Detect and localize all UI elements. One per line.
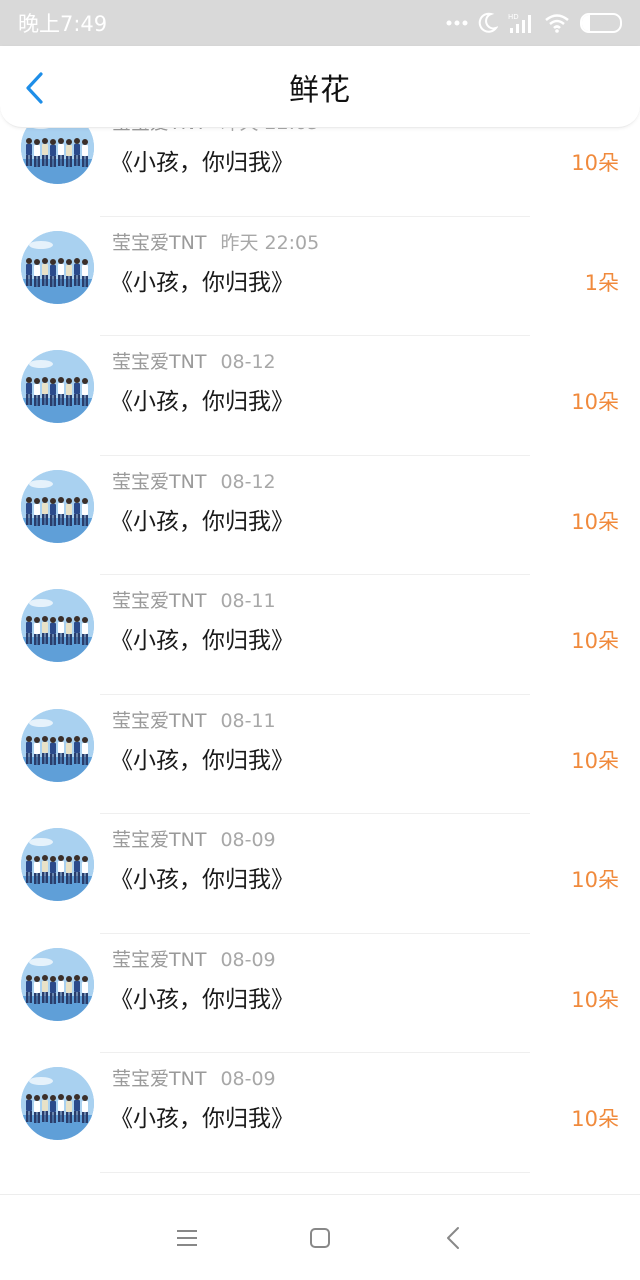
status-icons: HD 22 (446, 12, 622, 34)
sent-time: 昨天 22:05 (220, 128, 319, 134)
sent-time: 08-11 (220, 709, 276, 732)
battery-level: 22 (592, 16, 610, 30)
sender-name[interactable]: 莹宝爱TNT (112, 232, 206, 254)
work-title[interactable]: 《小孩，你归我》 (110, 1099, 294, 1133)
sent-time: 08-12 (220, 351, 276, 373)
avatar[interactable] (21, 708, 94, 782)
row-meta: 莹宝爱TNT 08-11 (112, 586, 276, 613)
flower-count: 10朵 (571, 1107, 619, 1131)
flower-row[interactable]: 莹宝爱TNT 08-09 《小孩，你归我》 10朵 (0, 814, 640, 934)
sender-name[interactable]: 莹宝爱TNT (112, 829, 206, 851)
flower-count: 10朵 (571, 509, 619, 534)
work-title[interactable]: 《小孩，你归我》 (110, 143, 294, 177)
row-meta: 莹宝爱TNT 08-09 (112, 1064, 276, 1091)
flower-list-inner: 莹宝爱TNT昨天 22:05《小孩，你归我》10朵莹宝爱TNT昨天 22:05《… (0, 128, 640, 1173)
sent-time: 08-12 (220, 470, 276, 493)
status-time: 晚上7:49 (18, 12, 108, 36)
avatar[interactable] (21, 230, 94, 304)
work-title[interactable]: 《小孩，你归我》 (110, 741, 294, 775)
flower-row[interactable]: 莹宝爱TNT 08-11 《小孩，你归我》 10朵 (0, 575, 640, 695)
work-title[interactable]: 《小孩，你归我》 (110, 980, 294, 1014)
row-meta: 莹宝爱TNT 昨天 22:05 (112, 128, 319, 135)
page-title: 鲜花 (289, 72, 351, 108)
sent-time: 08-11 (220, 590, 276, 612)
avatar[interactable] (21, 1067, 94, 1140)
sender-name[interactable]: 莹宝爱TNT (112, 351, 206, 373)
avatar[interactable] (21, 350, 94, 423)
work-title[interactable]: 《小孩，你归我》 (110, 621, 294, 655)
back-button[interactable] (14, 68, 54, 108)
home-icon (309, 1227, 330, 1248)
menu-icon (176, 1229, 197, 1246)
wifi-icon (544, 13, 570, 33)
work-title[interactable]: 《小孩，你归我》 (110, 860, 294, 894)
sender-name[interactable]: 莹宝爱TNT (112, 1068, 206, 1090)
flower-count: 10朵 (571, 987, 619, 1012)
row-meta: 莹宝爱TNT 08-11 (112, 706, 276, 733)
row-meta: 莹宝爱TNT 08-12 (112, 347, 276, 374)
flower-list[interactable]: 莹宝爱TNT昨天 22:05《小孩，你归我》10朵莹宝爱TNT昨天 22:05《… (0, 128, 640, 1194)
avatar[interactable] (21, 128, 94, 184)
flower-row[interactable]: 莹宝爱TNT 08-12 《小孩，你归我》 10朵 (0, 336, 640, 456)
moon-icon (478, 12, 498, 34)
flower-row[interactable]: 莹宝爱TNT 08-11 《小孩，你归我》 10朵 (0, 695, 640, 814)
sender-name[interactable]: 莹宝爱TNT (112, 128, 206, 134)
sender-name[interactable]: 莹宝爱TNT (112, 710, 206, 732)
sent-time: 08-09 (220, 829, 276, 851)
flower-count: 10朵 (571, 390, 619, 414)
row-meta: 莹宝爱TNT 昨天 22:05 (112, 228, 319, 255)
battery-body: 22 (580, 13, 622, 33)
flower-row[interactable]: 莹宝爱TNT 08-09 《小孩，你归我》 10朵 (0, 1053, 640, 1173)
battery-fill (582, 15, 591, 31)
work-title[interactable]: 《小孩，你归我》 (110, 382, 294, 416)
avatar[interactable] (21, 828, 94, 901)
work-title[interactable]: 《小孩，你归我》 (110, 263, 294, 297)
avatar[interactable] (21, 469, 94, 543)
row-meta: 莹宝爱TNT 08-09 (112, 945, 276, 972)
status-bar: 晚上7:49 HD 22 (0, 0, 640, 46)
flower-count: 10朵 (571, 151, 619, 175)
sent-time: 昨天 22:05 (220, 231, 320, 254)
sender-name[interactable]: 莹宝爱TNT (112, 590, 206, 612)
row-meta: 莹宝爱TNT 08-09 (112, 825, 276, 852)
sent-time: 08-09 (220, 1068, 276, 1090)
back-chevron-icon (26, 72, 43, 104)
flower-count: 10朵 (571, 748, 619, 773)
sent-time: 08-09 (220, 948, 276, 971)
menu-button[interactable] (165, 1216, 209, 1260)
sender-name[interactable]: 莹宝爱TNT (112, 949, 206, 971)
flower-count: 10朵 (571, 868, 619, 892)
back-icon (447, 1226, 460, 1249)
header: 鲜花 (0, 46, 640, 128)
system-nav-bar (0, 1194, 640, 1280)
work-title[interactable]: 《小孩，你归我》 (110, 502, 294, 536)
row-meta: 莹宝爱TNT 08-12 (112, 467, 276, 494)
flower-count: 10朵 (571, 629, 619, 653)
flower-row[interactable]: 莹宝爱TNT 昨天 22:05 《小孩，你归我》 1朵 (0, 217, 640, 336)
sender-name[interactable]: 莹宝爱TNT (112, 471, 206, 493)
flower-row[interactable]: 莹宝爱TNT 08-09 《小孩，你归我》 10朵 (0, 934, 640, 1053)
flower-row[interactable]: 莹宝爱TNT 昨天 22:05 《小孩，你归我》 10朵 (0, 128, 640, 217)
battery-icon: 22 (580, 13, 622, 33)
avatar[interactable] (21, 947, 94, 1021)
more-dots-icon (446, 20, 468, 26)
flower-row[interactable]: 莹宝爱TNT 08-12 《小孩，你归我》 10朵 (0, 456, 640, 575)
svg-text:HD: HD (508, 13, 519, 21)
flower-count: 1朵 (584, 270, 619, 295)
avatar[interactable] (21, 589, 94, 662)
hd-signal-icon: HD (508, 12, 534, 34)
row-divider (100, 1171, 530, 1173)
nav-back-button[interactable] (431, 1216, 475, 1260)
home-button[interactable] (298, 1216, 342, 1260)
